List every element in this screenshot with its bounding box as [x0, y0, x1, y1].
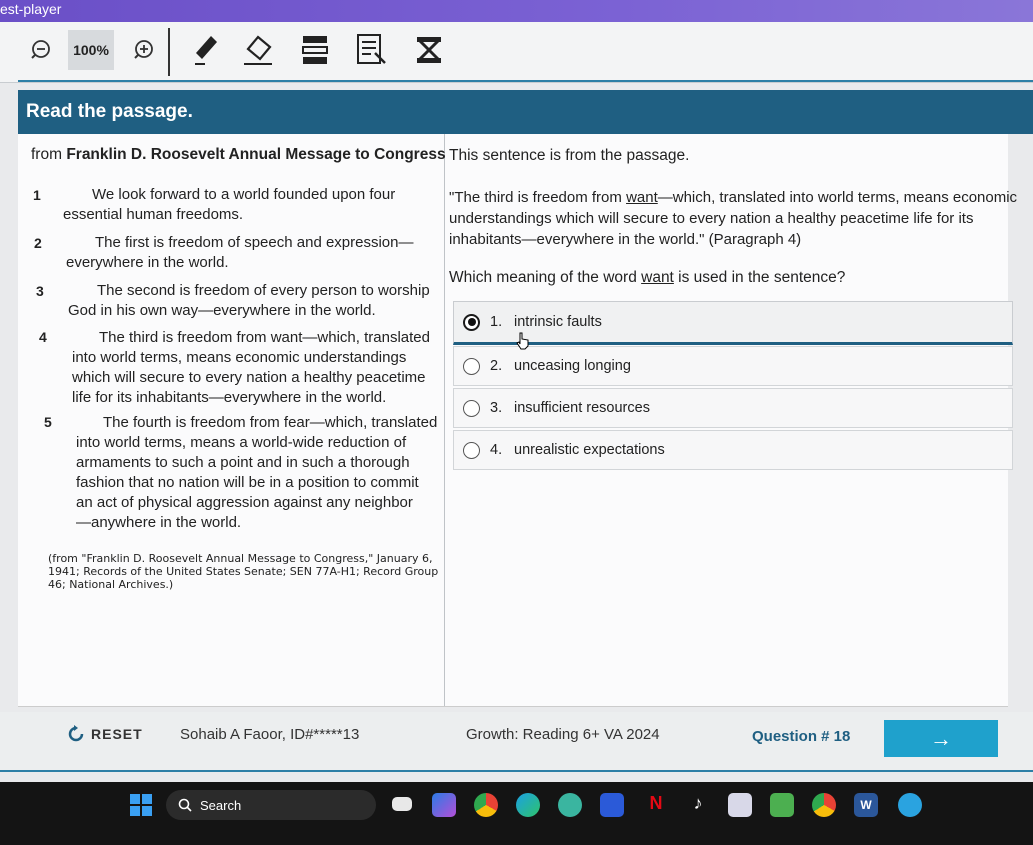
prompt-text-end: is used in the sentence? [673, 269, 846, 286]
eraser-icon[interactable] [240, 30, 276, 70]
answer-eliminator-icon[interactable] [414, 30, 444, 70]
highlighter-icon[interactable] [190, 30, 222, 70]
paragraph-text-first: We look forward to a world founded upon … [92, 186, 396, 203]
passage-paragraph: The second is freedom of every person to… [68, 281, 444, 321]
radio-icon[interactable] [463, 441, 480, 459]
task-view-icon[interactable] [392, 797, 412, 811]
radio-icon[interactable] [463, 357, 480, 375]
copilot-icon[interactable] [432, 793, 456, 817]
passage-heading-prefix: from [31, 146, 67, 163]
os-taskbar [0, 782, 1033, 845]
answer-option-1[interactable]: 1. intrinsic faults [453, 301, 1013, 345]
toolbar: 100% [0, 22, 1033, 83]
paragraph-text-rest: into world terms, means economic underst… [72, 349, 426, 406]
passage-paragraph: The third is freedom from want—which, tr… [72, 328, 438, 408]
quote-text-start: "The third is freedom from [449, 189, 627, 206]
option-number: 4. [490, 442, 503, 458]
chat-icon[interactable] [770, 793, 794, 817]
app2-icon[interactable] [728, 793, 752, 817]
answer-option-3[interactable]: 3. insufficient resources [453, 388, 1013, 428]
search-icon [178, 798, 192, 812]
passage-paragraph: The first is freedom of speech and expre… [66, 233, 426, 273]
quote-target-word: want [626, 189, 658, 206]
zoom-in-icon[interactable] [128, 30, 158, 70]
chrome2-icon[interactable] [812, 793, 836, 817]
reset-button[interactable]: RESET [66, 724, 143, 744]
test-name: Growth: Reading 6+ VA 2024 [466, 726, 660, 743]
tiktok-icon[interactable]: ♪ [686, 793, 710, 817]
paragraph-text-first: The first is freedom of speech and expre… [95, 234, 414, 251]
paragraph-text-rest: into world terms, means a world-wide red… [76, 434, 419, 531]
passage-paragraph: We look forward to a world founded upon … [63, 185, 423, 225]
answer-option-4[interactable]: 4. unrealistic expectations [453, 430, 1013, 470]
paragraph-number: 5 [44, 414, 52, 430]
option-text: intrinsic faults [514, 314, 602, 330]
app-icon[interactable] [600, 793, 624, 817]
search-label: Search [200, 797, 242, 813]
paragraph-text-rest: essential human freedoms. [63, 206, 244, 223]
reset-label: RESET [91, 726, 143, 742]
paragraph-text-first: The second is freedom of every person to… [97, 282, 430, 299]
option-number: 3. [490, 400, 503, 416]
hand-cursor-icon [516, 332, 530, 355]
student-info: Sohaib A Faoor, ID#*****13 [180, 726, 360, 743]
passage-citation: (from "Franklin D. Roosevelt Annual Mess… [48, 552, 439, 591]
passage-heading: from Franklin D. Roosevelt Annual Messag… [31, 146, 446, 164]
radio-icon[interactable] [463, 399, 480, 417]
prompt-text-start: Which meaning of the word [449, 269, 642, 286]
question-quote: "The third is freedom from want—which, t… [449, 187, 1029, 250]
toolbar-divider-line [18, 80, 1033, 82]
telegram-icon[interactable] [898, 793, 922, 817]
passage-heading-title: Franklin D. Roosevelt Annual Message to … [66, 146, 446, 163]
window-title: est-player [0, 1, 62, 17]
windows-start-icon[interactable] [130, 794, 152, 821]
question-number: Question # 18 [752, 728, 851, 745]
option-text: unceasing longing [514, 358, 631, 374]
arrow-right-icon: → [930, 725, 952, 751]
passage-banner: Read the passage. [18, 90, 1033, 134]
paragraph-number: 2 [34, 235, 42, 251]
chrome-icon[interactable] [474, 793, 498, 817]
paragraph-text-first: The fourth is freedom from fear—which, t… [103, 414, 438, 431]
zoom-out-icon[interactable] [28, 30, 56, 70]
taskbar-search[interactable]: Search [166, 790, 376, 820]
paragraph-text-rest: everywhere in the world. [66, 254, 229, 271]
paragraph-number: 3 [36, 283, 44, 299]
option-text: insufficient resources [514, 400, 650, 416]
question-prompt: Which meaning of the word want is used i… [449, 269, 845, 287]
netflix-icon[interactable]: N [644, 793, 668, 817]
word-icon[interactable]: W [854, 793, 878, 817]
toolbar-separator [168, 28, 170, 76]
option-text: unrealistic expectations [514, 442, 665, 458]
radio-selected-icon[interactable] [463, 313, 480, 331]
paragraph-number: 1 [33, 187, 41, 203]
reset-icon [66, 724, 86, 744]
edge-icon[interactable] [516, 793, 540, 817]
chatgpt-icon[interactable] [558, 793, 582, 817]
paragraph-number: 4 [39, 329, 47, 345]
option-number: 2. [490, 358, 503, 374]
window-title-bar: est-player [0, 0, 1033, 22]
answer-option-2[interactable]: 2. unceasing longing [453, 346, 1013, 386]
question-intro: This sentence is from the passage. [449, 147, 690, 164]
line-reader-icon[interactable] [300, 30, 330, 70]
paragraph-text-rest: God in his own way—everywhere in the wor… [68, 302, 376, 319]
zoom-level: 100% [68, 30, 114, 70]
paragraph-text-first: The third is freedom from want—which, tr… [99, 329, 430, 346]
notepad-icon[interactable] [354, 30, 388, 70]
prompt-target-word: want [641, 269, 674, 286]
option-number: 1. [490, 314, 503, 330]
panel-divider [444, 134, 445, 706]
passage-paragraph: The fourth is freedom from fear—which, t… [76, 413, 442, 533]
next-button[interactable]: → [884, 720, 998, 757]
